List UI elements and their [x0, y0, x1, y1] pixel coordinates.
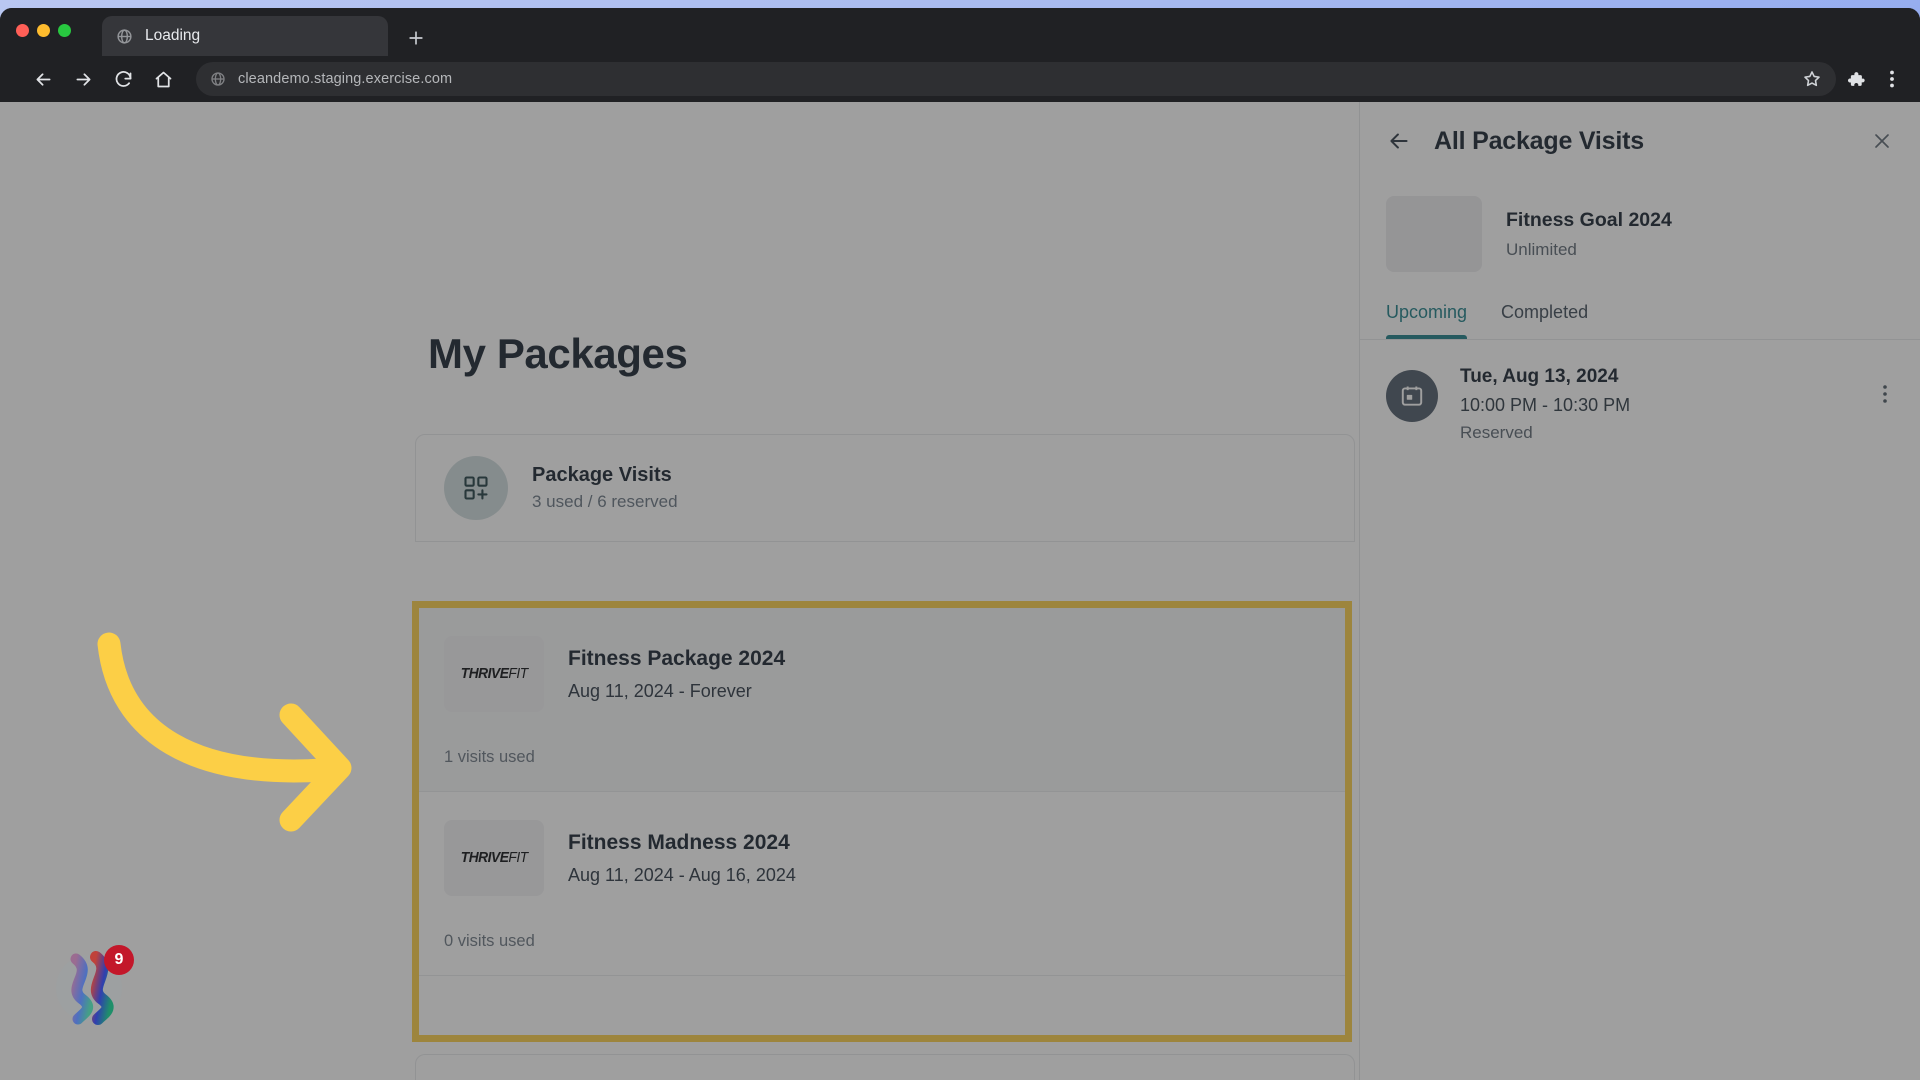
panel-title: All Package Visits: [1434, 127, 1644, 156]
notification-badge: 9: [104, 945, 134, 975]
browser-toolbar: cleandemo.staging.exercise.com: [0, 56, 1920, 102]
arrow-right-icon: [73, 69, 94, 90]
home-button[interactable]: [146, 62, 180, 96]
panel-package-subtitle: Unlimited: [1506, 240, 1672, 260]
browser-tab[interactable]: Loading: [102, 16, 388, 56]
visit-time: 10:00 PM - 10:30 PM: [1460, 395, 1630, 416]
browser-tab-strip: Loading: [0, 8, 1920, 56]
back-button[interactable]: [26, 62, 60, 96]
visit-list-item[interactable]: Tue, Aug 13, 2024 10:00 PM - 10:30 PM Re…: [1360, 340, 1920, 443]
forward-button[interactable]: [66, 62, 100, 96]
home-icon: [153, 69, 174, 90]
page-title: My Packages: [428, 330, 687, 378]
package-visits-used: 1 visits used: [419, 712, 1345, 791]
star-icon[interactable]: [1802, 69, 1822, 89]
main-content: My Packages Package Visits 3 used / 6 re…: [0, 102, 1359, 1080]
globe-icon: [210, 71, 226, 87]
divider: [419, 975, 1345, 976]
puzzle-piece-icon[interactable]: [1845, 69, 1866, 90]
reload-button[interactable]: [106, 62, 140, 96]
panel-tabs: Upcoming Completed: [1360, 302, 1920, 340]
three-dots-vertical-icon[interactable]: [1882, 67, 1902, 91]
package-visits-title: Package Visits: [532, 464, 678, 487]
tab-completed[interactable]: Completed: [1501, 302, 1588, 339]
visit-text: Tue, Aug 13, 2024 10:00 PM - 10:30 PM Re…: [1460, 366, 1630, 443]
page-viewport: My Packages Package Visits 3 used / 6 re…: [0, 102, 1920, 1080]
window-close-button[interactable]: [16, 24, 29, 37]
visit-date: Tue, Aug 13, 2024: [1460, 366, 1630, 388]
brand-logo-tile: THRIVEFIT: [444, 636, 544, 712]
three-dots-vertical-icon[interactable]: [1876, 382, 1894, 406]
globe-icon: [116, 28, 133, 45]
window-minimize-button[interactable]: [37, 24, 50, 37]
tab-upcoming[interactable]: Upcoming: [1386, 302, 1467, 339]
grid-plus-icon: [444, 456, 508, 520]
package-thumbnail: [1386, 196, 1482, 272]
brand-logo-tile: THRIVEFIT: [444, 820, 544, 896]
package-text: Fitness Package 2024 Aug 11, 2024 - Fore…: [568, 647, 785, 702]
panel-package-text: Fitness Goal 2024 Unlimited: [1506, 209, 1672, 260]
thrivefit-logo: THRIVEFIT: [461, 666, 528, 682]
window-maximize-button[interactable]: [58, 24, 71, 37]
browser-tab-title: Loading: [145, 27, 200, 45]
new-tab-button[interactable]: [406, 28, 426, 48]
package-list-item[interactable]: THRIVEFIT Fitness Madness 2024 Aug 11, 2…: [419, 792, 1345, 976]
package-name: Fitness Package 2024: [568, 647, 785, 671]
browser-window: Loading: [0, 8, 1920, 1080]
address-bar[interactable]: cleandemo.staging.exercise.com: [196, 62, 1836, 96]
package-name: Fitness Madness 2024: [568, 831, 796, 855]
package-dates: Aug 11, 2024 - Forever: [568, 681, 785, 702]
next-package-card-peek[interactable]: [415, 1054, 1355, 1080]
package-list-item[interactable]: THRIVEFIT Fitness Package 2024 Aug 11, 2…: [419, 608, 1345, 792]
package-header: THRIVEFIT Fitness Package 2024 Aug 11, 2…: [419, 636, 1345, 712]
package-visits-summary-text: Package Visits 3 used / 6 reserved: [532, 464, 678, 512]
calendar-icon: [1386, 370, 1438, 422]
curved-arrow-right-icon: [95, 622, 365, 852]
window-traffic-lights: [16, 24, 71, 37]
package-text: Fitness Madness 2024 Aug 11, 2024 - Aug …: [568, 831, 796, 886]
visit-status: Reserved: [1460, 423, 1630, 443]
panel-header: All Package Visits: [1360, 102, 1920, 180]
colorful-app-icon[interactable]: 9: [48, 947, 130, 1029]
package-visits-subtitle: 3 used / 6 reserved: [532, 492, 678, 512]
package-visits-summary-card[interactable]: Package Visits 3 used / 6 reserved: [415, 434, 1355, 542]
arrow-left-icon[interactable]: [1386, 128, 1412, 154]
package-visits-used: 0 visits used: [419, 896, 1345, 975]
arrow-left-icon: [33, 69, 54, 90]
package-dates: Aug 11, 2024 - Aug 16, 2024: [568, 865, 796, 886]
reload-icon: [113, 69, 134, 90]
packages-highlight-box: THRIVEFIT Fitness Package 2024 Aug 11, 2…: [412, 601, 1352, 1042]
package-header: THRIVEFIT Fitness Madness 2024 Aug 11, 2…: [419, 820, 1345, 896]
thrivefit-logo: THRIVEFIT: [461, 850, 528, 866]
all-package-visits-panel: All Package Visits Fitness Goal 2024 Unl…: [1359, 102, 1920, 1080]
address-bar-url: cleandemo.staging.exercise.com: [238, 71, 1790, 87]
panel-package-summary: Fitness Goal 2024 Unlimited: [1360, 180, 1920, 302]
close-icon[interactable]: [1870, 129, 1894, 153]
panel-package-name: Fitness Goal 2024: [1506, 209, 1672, 232]
